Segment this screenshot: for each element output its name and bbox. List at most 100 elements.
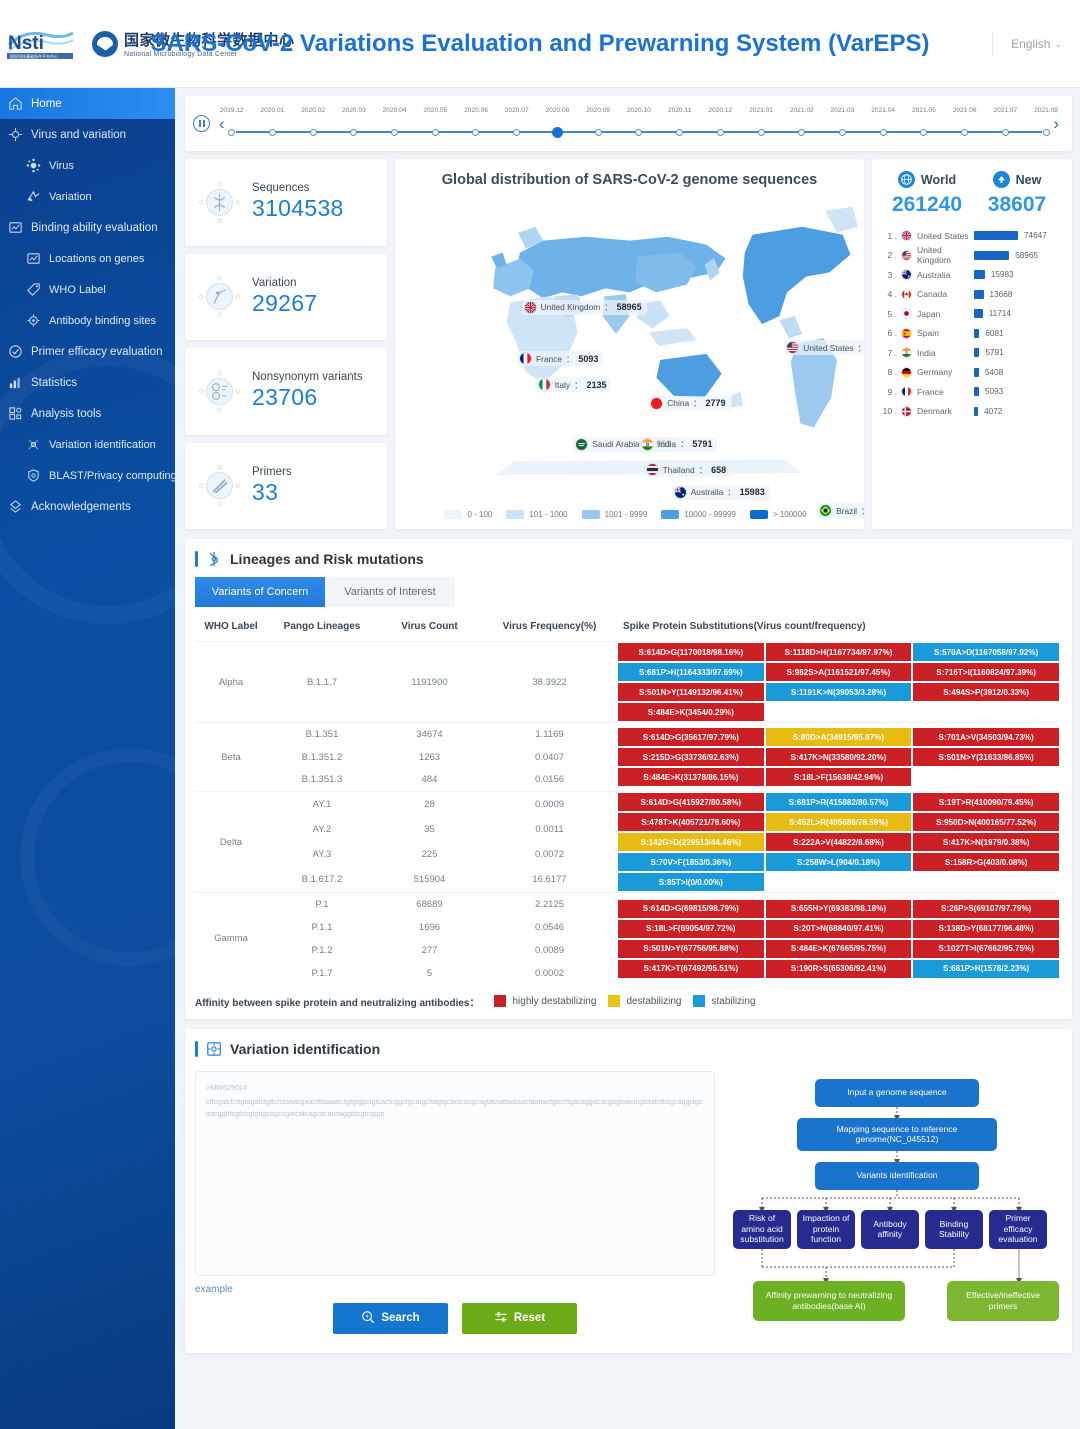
mutation-label: S:484E>K(31378/86.15%) xyxy=(643,772,739,782)
timeline-pause-button[interactable] xyxy=(193,115,210,132)
pango-cell: P.1.1 xyxy=(267,916,377,939)
tab-variants-of-concern[interactable]: Variants of Concern xyxy=(195,577,325,607)
mutation-badge[interactable]: S:158R>G(403/0.08%) xyxy=(912,852,1060,872)
mutation-badge[interactable]: S:570A>D(1167058/97.92%) xyxy=(912,642,1060,662)
mutation-badge[interactable]: S:85T>I(0/0.00%) xyxy=(617,872,765,892)
mutation-badge[interactable]: S:716T>I(1160824/97.39%) xyxy=(912,662,1060,682)
stat-card-sequences[interactable]: Sequences 3104538 xyxy=(185,159,387,246)
mutation-badge[interactable]: S:501N>Y(67756/95.88%) xyxy=(617,938,765,959)
language-label: English xyxy=(1011,37,1051,51)
mutation-badge[interactable]: S:417K>T(67492/95.51%) xyxy=(617,958,765,979)
flow-node-variants: Variants identification xyxy=(815,1161,979,1190)
affinity-swatch-icon xyxy=(608,995,621,1007)
mutation-badge[interactable]: S:19T>R(410090/79.45%) xyxy=(912,792,1060,812)
mutation-badge[interactable]: S:501N>Y(31633/86.85%) xyxy=(912,747,1060,767)
sidebar-item-primer-efficacy-evaluation[interactable]: Primer efficacy evaluation xyxy=(0,336,175,367)
sidebar-item-locations-on-genes[interactable]: Locations on genes xyxy=(0,243,175,274)
map-label-value: 5093 xyxy=(578,353,599,364)
sidebar-item-home[interactable]: Home xyxy=(0,88,175,119)
mutation-badge[interactable]: S:417K>N(1979/0.38%) xyxy=(912,832,1060,852)
ranking-row[interactable]: 3 . Australia 15983 xyxy=(882,265,1062,285)
reset-button[interactable]: Reset xyxy=(462,1302,577,1334)
mutation-badge[interactable]: S:18L>F(15638/42.94%) xyxy=(764,767,913,787)
mutation-badge[interactable]: S:681P>H(1578/2.23%) xyxy=(912,958,1060,979)
mutation-badge[interactable]: S:417K>N(33580/92.20%) xyxy=(764,747,913,767)
mutation-badge[interactable]: S:614D>G(35617/97.79%) xyxy=(617,727,765,747)
stat-card-nonsynonym-variants[interactable]: Nonsynonym variants 23706 xyxy=(185,348,387,435)
sidebar-item-variation[interactable]: Variation xyxy=(0,181,175,212)
freq-cell: 0.0002 xyxy=(482,962,617,985)
virus-frequency: 16.6177 xyxy=(532,874,567,886)
stat-card-variation[interactable]: Variation 29267 xyxy=(185,253,387,340)
ranking-row[interactable]: 8 . Germany 5408 xyxy=(882,363,1062,383)
virus-count: 277 xyxy=(421,944,438,956)
mutation-badge[interactable]: S:215D>G(33736/92.63%) xyxy=(617,747,765,767)
sequence-input[interactable]: >MW629014 cttcgatctcttgtagatctgttctctaaa… xyxy=(195,1070,715,1276)
mutation-badge[interactable]: S:190R>S(65306/92.41%) xyxy=(764,958,913,979)
language-selector[interactable]: English ⌄ xyxy=(992,31,1062,57)
mutation-badge[interactable]: S:681P>H(1164333/97.69%) xyxy=(617,662,765,682)
map-label-country: France xyxy=(535,353,563,364)
timeline-dot-icon xyxy=(676,128,684,136)
sidebar-item-virus[interactable]: Virus xyxy=(0,150,175,181)
flow-node-risk: Risk of amino acid substitution xyxy=(733,1209,791,1249)
rank-country: Denmark xyxy=(917,406,952,417)
ranking-row[interactable]: 9 . France 5093 xyxy=(882,382,1062,402)
search-button[interactable]: Search xyxy=(333,1302,448,1334)
mutation-badge[interactable]: S:18L>F(69054/97.72%) xyxy=(617,918,765,939)
ranking-row[interactable]: 1 . United States 74647 xyxy=(882,226,1062,246)
mutation-badge[interactable]: S:1191K>N(39053/3.28%) xyxy=(764,682,913,702)
mutation-badge[interactable]: S:1118D>H(1167734/97.97%) xyxy=(764,642,913,662)
sidebar-item-statistics[interactable]: Statistics xyxy=(0,367,175,398)
sidebar-item-label: Locations on genes xyxy=(49,252,145,265)
map-label-country: United States xyxy=(803,342,854,353)
mutation-badge[interactable]: S:614D>G(415927/80.58%) xyxy=(617,792,765,812)
mutation-badge[interactable]: S:982S>A(1161521/97.45%) xyxy=(764,662,913,682)
mutation-badge[interactable]: S:1027T>I(67662/95.75%) xyxy=(912,938,1060,959)
mutation-badge[interactable]: S:614D>G(69815/98.79%) xyxy=(617,898,765,919)
sidebar-item-variation-identification[interactable]: Variation identification xyxy=(0,429,175,460)
mutation-badge[interactable]: S:138D>Y(68177/96.48%) xyxy=(912,918,1060,939)
mutation-badge[interactable]: S:478T>K(405721/78.60%) xyxy=(617,812,765,832)
mutation-badge[interactable]: S:26P>S(69107/97.79%) xyxy=(912,898,1060,919)
timeline-next-button[interactable]: › xyxy=(1048,114,1064,134)
mutation-badge[interactable]: S:258W>L(904/0.18%) xyxy=(764,852,913,872)
mutation-badge[interactable]: S:20T>N(68840/97.41%) xyxy=(764,918,913,939)
mutation-badge[interactable]: S:80D>A(34915/95.87%) xyxy=(764,727,913,747)
sidebar-item-acknowledgements[interactable]: Acknowledgements xyxy=(0,491,175,522)
ranking-row[interactable]: 5 . Japan 11714 xyxy=(882,304,1062,324)
sidebar-item-who-label[interactable]: WHO Label xyxy=(0,274,175,305)
example-link[interactable]: example xyxy=(195,1284,715,1295)
mutation-badge[interactable]: S:70V>F(1853/0.36%) xyxy=(617,852,765,872)
mutation-badge[interactable]: S:614D>G(1170018/98.16%) xyxy=(617,642,765,662)
sidebar-item-analysis-tools[interactable]: Analysis tools xyxy=(0,398,175,429)
mutation-badge[interactable]: S:494S>P(3912/0.33%) xyxy=(912,682,1060,702)
mutation-badge[interactable]: S:701A>V(34503/94.73%) xyxy=(912,727,1060,747)
stat-card-primers[interactable]: Primers 33 xyxy=(185,442,387,529)
mutation-badge[interactable]: S:681P>R(415882/80.57%) xyxy=(764,792,913,812)
ranking-row[interactable]: 4 . Canada 13668 xyxy=(882,285,1062,305)
mutation-badge[interactable]: S:484E>K(31378/86.15%) xyxy=(617,767,765,787)
mutation-badge[interactable]: S:484E>K(3454/0.29%) xyxy=(617,702,765,722)
ranking-row[interactable]: 10 . Denmark 4072 xyxy=(882,402,1062,422)
mutation-badge[interactable]: S:142G>D(229513/44.46%) xyxy=(617,832,765,852)
sidebar-item-virus-and-variation[interactable]: Virus and variation xyxy=(0,119,175,150)
mutation-badge[interactable]: S:950D>N(400165/77.52%) xyxy=(912,812,1060,832)
mutation-label: S:142G>D(229513/44.46%) xyxy=(640,837,742,847)
tab-variants-of-interest[interactable]: Variants of Interest xyxy=(325,577,455,607)
sidebar-item-blast-privacy-computing[interactable]: BLAST/Privacy computing xyxy=(0,460,175,491)
mutation-badge[interactable]: S:501N>Y(1149132/96.41%) xyxy=(617,682,765,702)
mutation-label: S:18L>F(69054/97.72%) xyxy=(646,924,736,934)
mutation-badge[interactable]: S:222A>V(44822/8.68%) xyxy=(764,832,913,852)
mutation-badge[interactable]: S:484E>K(67665/95.75%) xyxy=(764,938,913,959)
sidebar-item-binding-ability-evaluation[interactable]: Binding ability evaluation xyxy=(0,212,175,243)
sidebar-item-antibody-binding-sites[interactable]: Antibody binding sites xyxy=(0,305,175,336)
mutation-badge[interactable]: S:452L>R(405686/78.59%) xyxy=(764,812,913,832)
ranking-row[interactable]: 2 . United Kingdom 58965 xyxy=(882,245,1062,265)
mutation-badge[interactable]: S:655H>Y(69383/98.18%) xyxy=(764,898,913,919)
ranking-row[interactable]: 7 . India 5791 xyxy=(882,343,1062,363)
rank-index: 3 . xyxy=(887,269,897,280)
ranking-row[interactable]: 6 . Spain 6081 xyxy=(882,324,1062,344)
timeline-track[interactable]: 2019.12 2020.01 2020.02 2020.03 2020.04 2020.… xyxy=(220,106,1058,142)
flag-denmark-icon xyxy=(901,405,912,417)
